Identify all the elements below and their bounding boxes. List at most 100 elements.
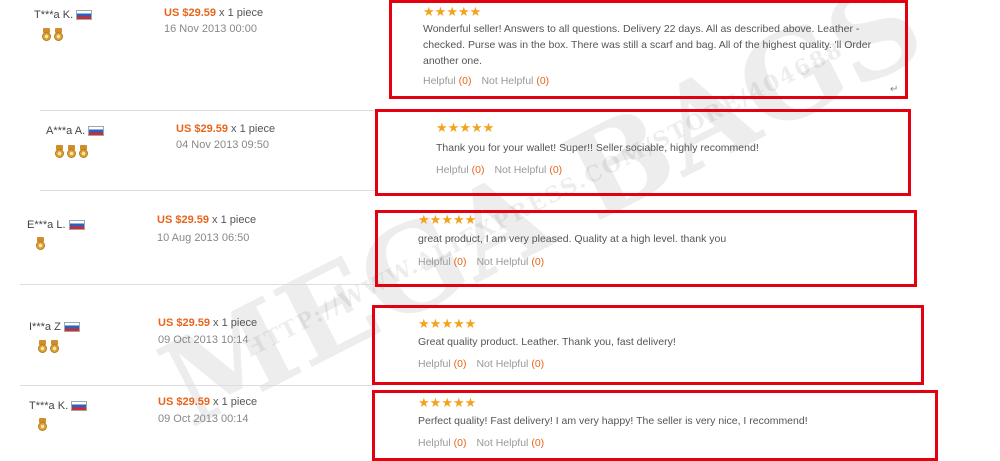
buyer-medals [38,340,59,354]
buyer-name[interactable]: T***a K. [29,400,88,412]
star-icon: ★ [434,4,447,19]
row-separator [20,284,375,285]
russia-flag-icon [68,220,85,230]
buyer-name-text: T***a K. [34,9,74,21]
quantity: x 1 piece [213,317,258,329]
medal-icon [55,145,64,159]
not-helpful-label: Not Helpful [494,164,547,176]
russia-flag-icon [88,126,105,136]
star-icon: ★ [429,316,442,331]
review-text: Thank you for your wallet! Super!! Selle… [436,142,759,154]
star-rating: ★★★★★ [436,121,494,134]
helpful-count: (0) [471,164,485,176]
star-icon: ★ [469,4,482,19]
not-helpful-label: Not Helpful [476,358,529,370]
buyer-name[interactable]: E***a L. [27,219,85,231]
medal-icon [36,237,45,251]
review-text: great product, I am very pleased. Qualit… [418,233,727,245]
review-text: Great quality product. Leather. Thank yo… [418,336,676,348]
helpful-votes: Helpful (0) Not Helpful (0) [418,437,544,449]
helpful-label: Helpful [418,358,451,370]
quantity: x 1 piece [213,396,258,408]
helpful-link[interactable]: Helpful (0) [436,164,484,176]
buyer-name[interactable]: T***a K. [34,9,93,21]
helpful-link[interactable]: Helpful (0) [418,358,466,370]
helpful-label: Helpful [436,164,469,176]
helpful-label: Helpful [418,256,451,268]
price-amount: US $29.59 [158,317,210,329]
star-icon: ★ [464,395,477,410]
star-rating: ★★★★★ [418,396,476,409]
star-icon: ★ [441,212,453,227]
star-icon: ★ [452,316,465,331]
not-helpful-link[interactable]: Not Helpful (0) [476,256,544,268]
not-helpful-link[interactable]: Not Helpful (0) [476,437,544,449]
buyer-name-text: T***a K. [29,400,69,412]
buyer-name-text: I***a Z [29,321,61,333]
not-helpful-link[interactable]: Not Helpful (0) [481,75,549,87]
review-date: 09 Oct 2013 10:14 [158,334,249,346]
not-helpful-label: Not Helpful [476,256,529,268]
buyer-name[interactable]: A***a A. [46,125,105,137]
helpful-count: (0) [453,437,467,449]
not-helpful-label: Not Helpful [476,437,529,449]
helpful-count: (0) [458,75,472,87]
order-price: US $29.59 x 1 piece [157,214,256,226]
quantity: x 1 piece [231,123,276,135]
not-helpful-count: (0) [531,437,545,449]
medal-icon [67,145,76,159]
buyer-name[interactable]: I***a Z [29,321,80,333]
review-date: 10 Aug 2013 06:50 [157,232,250,244]
review-text: Perfect quality! Fast delivery! I am ver… [418,415,808,427]
return-arrow-icon: ↵ [890,84,899,95]
not-helpful-count: (0) [549,164,563,176]
price-amount: US $29.59 [157,214,209,226]
star-icon: ★ [452,212,465,227]
medal-icon [42,28,51,42]
quantity: x 1 piece [219,7,264,19]
buyer-medals [42,28,63,42]
helpful-link[interactable]: Helpful (0) [418,256,466,268]
star-icon: ★ [441,395,453,410]
russia-flag-icon [63,322,80,332]
star-icon: ★ [441,316,453,331]
star-icon: ★ [446,4,458,19]
star-icon: ★ [447,120,460,135]
star-rating: ★★★★★ [423,5,481,18]
not-helpful-link[interactable]: Not Helpful (0) [494,164,562,176]
helpful-votes: Helpful (0) Not Helpful (0) [423,75,549,87]
star-icon: ★ [418,316,430,331]
helpful-label: Helpful [418,437,451,449]
medal-icon [50,340,59,354]
buyer-name-text: A***a A. [46,125,86,137]
star-rating: ★★★★★ [418,317,476,330]
order-price: US $29.59 x 1 piece [158,396,257,408]
review-date: 04 Nov 2013 09:50 [176,139,269,151]
review-text: Wonderful seller! Answers to all questio… [423,23,872,67]
medal-icon [54,28,63,42]
helpful-link[interactable]: Helpful (0) [423,75,471,87]
star-icon: ★ [423,4,435,19]
star-icon: ★ [459,120,471,135]
helpful-count: (0) [453,358,467,370]
russia-flag-icon [76,10,93,20]
helpful-link[interactable]: Helpful (0) [418,437,466,449]
row-separator [40,190,375,191]
star-icon: ★ [464,212,477,227]
order-price: US $29.59 x 1 piece [176,123,275,135]
order-price: US $29.59 x 1 piece [164,7,263,19]
price-amount: US $29.59 [164,7,216,19]
star-icon: ★ [482,120,495,135]
buyer-medals [55,145,88,159]
star-icon: ★ [418,395,430,410]
star-icon: ★ [429,212,442,227]
row-separator [40,110,375,111]
star-icon: ★ [429,395,442,410]
review-date: 09 Oct 2013 00:14 [158,413,249,425]
order-price: US $29.59 x 1 piece [158,317,257,329]
price-amount: US $29.59 [158,396,210,408]
price-amount: US $29.59 [176,123,228,135]
medal-icon [38,340,47,354]
not-helpful-link[interactable]: Not Helpful (0) [476,358,544,370]
buyer-name-text: E***a L. [27,219,66,231]
